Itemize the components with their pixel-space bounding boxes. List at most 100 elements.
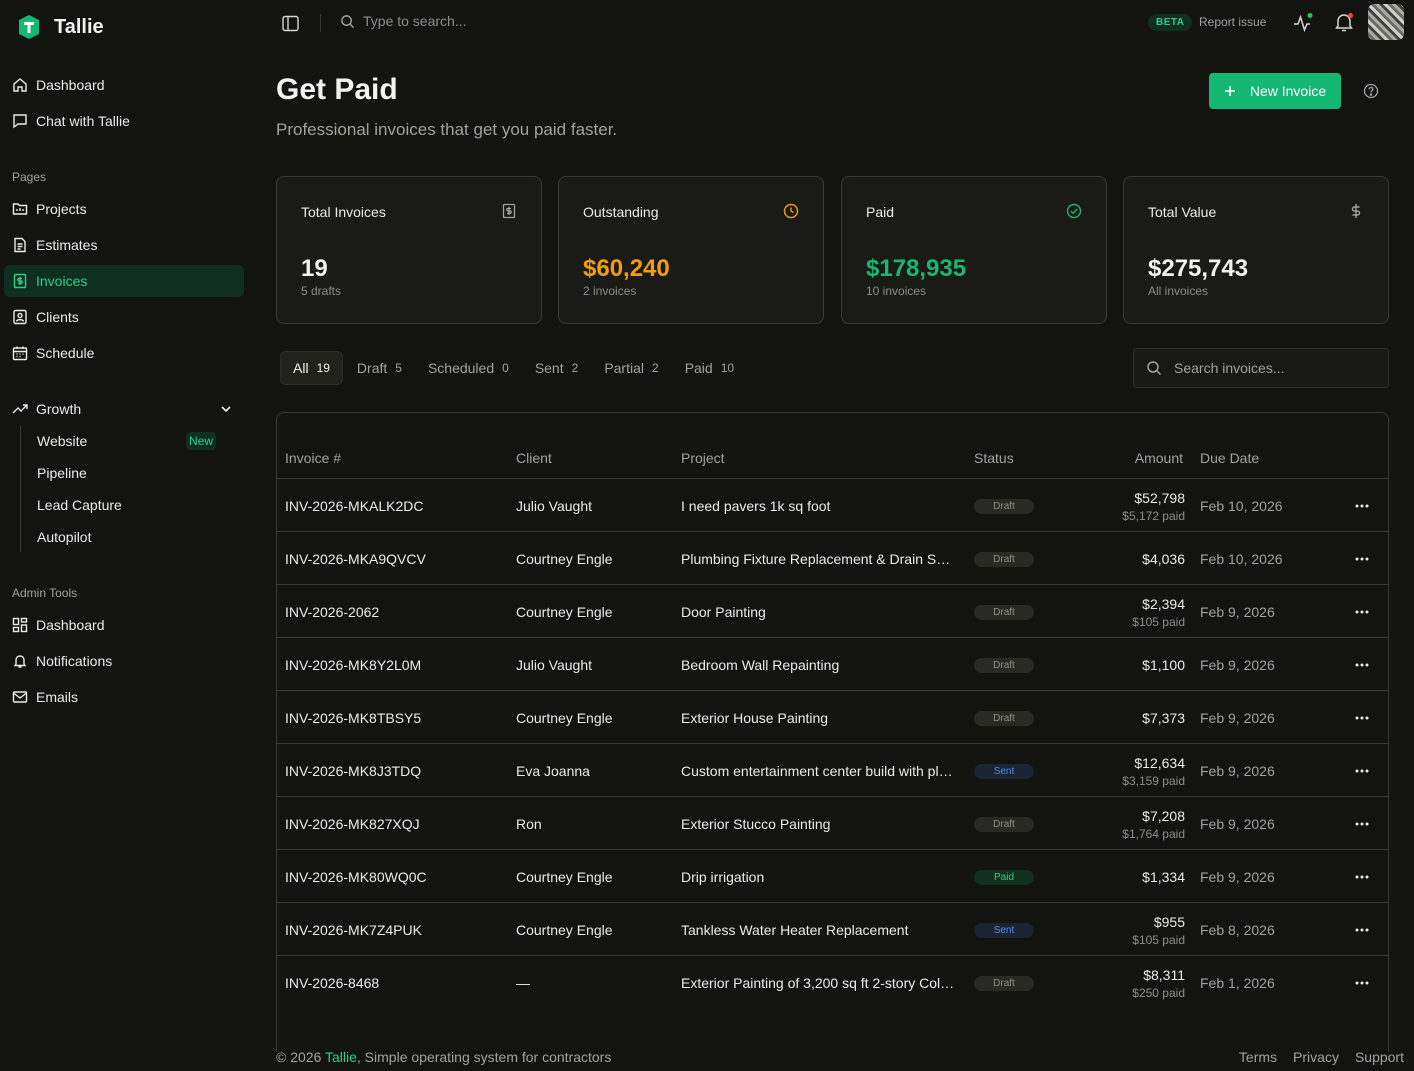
more-actions-icon[interactable]: [1355, 875, 1369, 879]
cell-client: Courtney Engle: [516, 551, 613, 567]
status-badge: Draft: [974, 605, 1034, 620]
cell-invoice[interactable]: INV-2026-MK80WQ0C: [285, 869, 427, 885]
table-row[interactable]: INV-2026-MK80WQ0C Courtney Engle Drip irri…: [277, 849, 1388, 902]
tab-label: Draft: [356, 360, 388, 376]
cell-amount: $4,036: [1142, 551, 1185, 567]
beta-badge: BETA: [1148, 14, 1193, 31]
contact-icon: [13, 309, 27, 325]
stat-sub: All invoices: [1148, 284, 1209, 298]
tab-scheduled[interactable]: Scheduled 0: [416, 351, 521, 385]
status-badge: Draft: [974, 817, 1034, 832]
nav-growth[interactable]: Growth: [4, 393, 244, 425]
table-row[interactable]: INV-2026-2062 Courtney Engle Door Painting…: [277, 584, 1388, 637]
cell-invoice[interactable]: INV-2026-MK8Y2L0M: [285, 657, 421, 673]
cell-paid-amount: $105 paid: [1132, 615, 1185, 629]
app-logo[interactable]: Tallie: [16, 14, 104, 40]
table-row[interactable]: INV-2026-MK8Y2L0M Julio Vaught Bedroom Wal…: [277, 637, 1388, 690]
tab-paid[interactable]: Paid 10: [673, 351, 746, 385]
more-actions-icon[interactable]: [1355, 928, 1369, 932]
cell-due-date: Feb 9, 2026: [1200, 657, 1275, 673]
more-actions-icon[interactable]: [1355, 504, 1369, 508]
more-actions-icon[interactable]: [1355, 716, 1369, 720]
header-amount[interactable]: Amount: [1135, 450, 1183, 466]
nav-clients[interactable]: Clients: [4, 301, 244, 333]
footer-terms-link[interactable]: Terms: [1239, 1049, 1277, 1065]
cell-due-date: Feb 10, 2026: [1200, 498, 1283, 514]
cell-project: Bedroom Wall Repainting: [681, 657, 840, 673]
search-invoices-input[interactable]: Search invoices...: [1133, 348, 1389, 388]
header-due-date[interactable]: Due Date: [1200, 450, 1259, 466]
search-icon: [1147, 361, 1162, 376]
new-invoice-button[interactable]: New Invoice: [1209, 73, 1341, 109]
growth-tree-line: [20, 426, 21, 552]
nav-estimates[interactable]: Estimates: [4, 229, 244, 261]
footer-support-link[interactable]: Support: [1355, 1049, 1404, 1065]
stat-title: Total Invoices: [301, 204, 386, 220]
nav-emails[interactable]: Emails: [4, 681, 244, 713]
table-row[interactable]: INV-2026-MKA9QVCV Courtney Engle Plumbing …: [277, 531, 1388, 584]
cell-invoice[interactable]: INV-2026-2062: [285, 604, 379, 620]
topbar-divider: [320, 14, 321, 32]
folder-icon: [12, 203, 28, 215]
table-row[interactable]: INV-2026-8468 — Exterior Painting of 3,200…: [277, 955, 1388, 1008]
stat-title: Total Value: [1148, 204, 1217, 220]
nav-website[interactable]: Website: [37, 433, 87, 449]
nav-label: Projects: [36, 201, 87, 217]
table-row[interactable]: INV-2026-MKALK2DC Julio Vaught I need pave…: [277, 478, 1388, 531]
cell-invoice[interactable]: INV-2026-MK7Z4PUK: [285, 922, 422, 938]
footer-privacy-link[interactable]: Privacy: [1293, 1049, 1339, 1065]
grid-icon: [12, 617, 28, 633]
global-search[interactable]: Type to search...: [340, 13, 467, 29]
tab-draft[interactable]: Draft 5: [345, 351, 414, 385]
tab-partial[interactable]: Partial 2: [592, 351, 670, 385]
nav-projects[interactable]: Projects: [4, 193, 244, 225]
cell-invoice[interactable]: INV-2026-MK8J3TDQ: [285, 763, 421, 779]
header-project[interactable]: Project: [681, 450, 725, 466]
cell-due-date: Feb 8, 2026: [1200, 922, 1275, 938]
cell-due-date: Feb 1, 2026: [1200, 975, 1275, 991]
nav-admin-dashboard[interactable]: Dashboard: [4, 609, 244, 641]
more-actions-icon[interactable]: [1355, 610, 1369, 614]
table-row[interactable]: INV-2026-MK8TBSY5 Courtney Engle Exterior …: [277, 690, 1388, 743]
stat-value: $60,240: [583, 255, 670, 282]
nav-pipeline[interactable]: Pipeline: [37, 465, 87, 481]
sidebar-toggle-icon[interactable]: [282, 15, 299, 32]
table-row[interactable]: INV-2026-MK7Z4PUK Courtney Engle Tankless …: [277, 902, 1388, 955]
header-client[interactable]: Client: [516, 450, 552, 466]
help-icon[interactable]: [1363, 83, 1379, 99]
nav-invoices[interactable]: Invoices: [4, 265, 244, 297]
nav-notifications[interactable]: Notifications: [4, 645, 244, 677]
bell-icon[interactable]: [1333, 11, 1355, 33]
more-actions-icon[interactable]: [1355, 822, 1369, 826]
activity-icon[interactable]: [1292, 12, 1314, 34]
user-avatar[interactable]: [1368, 4, 1404, 40]
more-actions-icon[interactable]: [1355, 557, 1369, 561]
footer-brand-link[interactable]: Tallie: [325, 1049, 357, 1065]
tab-all[interactable]: All 19: [280, 351, 343, 385]
status-badge: Draft: [974, 658, 1034, 673]
header-invoice[interactable]: Invoice #: [285, 450, 341, 466]
clock-icon: [783, 203, 799, 219]
tab-sent[interactable]: Sent 2: [523, 351, 591, 385]
nav-autopilot[interactable]: Autopilot: [37, 529, 91, 545]
cell-invoice[interactable]: INV-2026-8468: [285, 975, 379, 991]
nav-dashboard[interactable]: Dashboard: [4, 69, 244, 101]
nav-chat[interactable]: Chat with Tallie: [4, 105, 244, 137]
report-issue-link[interactable]: Report issue: [1199, 15, 1266, 29]
cell-invoice[interactable]: INV-2026-MKA9QVCV: [285, 551, 426, 567]
cell-amount: $12,634: [1134, 755, 1185, 771]
nav-lead-capture[interactable]: Lead Capture: [37, 497, 122, 513]
cell-invoice[interactable]: INV-2026-MK8TBSY5: [285, 710, 421, 726]
mail-icon: [12, 691, 28, 703]
more-actions-icon[interactable]: [1355, 663, 1369, 667]
document-icon: [14, 237, 26, 253]
table-row[interactable]: INV-2026-MK8J3TDQ Eva Joanna Custom entert…: [277, 743, 1388, 796]
header-status[interactable]: Status: [974, 450, 1014, 466]
cell-invoice[interactable]: INV-2026-MK827XQJ: [285, 816, 420, 832]
cell-invoice[interactable]: INV-2026-MKALK2DC: [285, 498, 424, 514]
table-row[interactable]: INV-2026-MK827XQJ Ron Exterior Stucco Pain…: [277, 796, 1388, 849]
more-actions-icon[interactable]: [1355, 981, 1369, 985]
global-search-placeholder: Type to search...: [363, 13, 467, 29]
more-actions-icon[interactable]: [1355, 769, 1369, 773]
nav-schedule[interactable]: Schedule: [4, 337, 244, 369]
